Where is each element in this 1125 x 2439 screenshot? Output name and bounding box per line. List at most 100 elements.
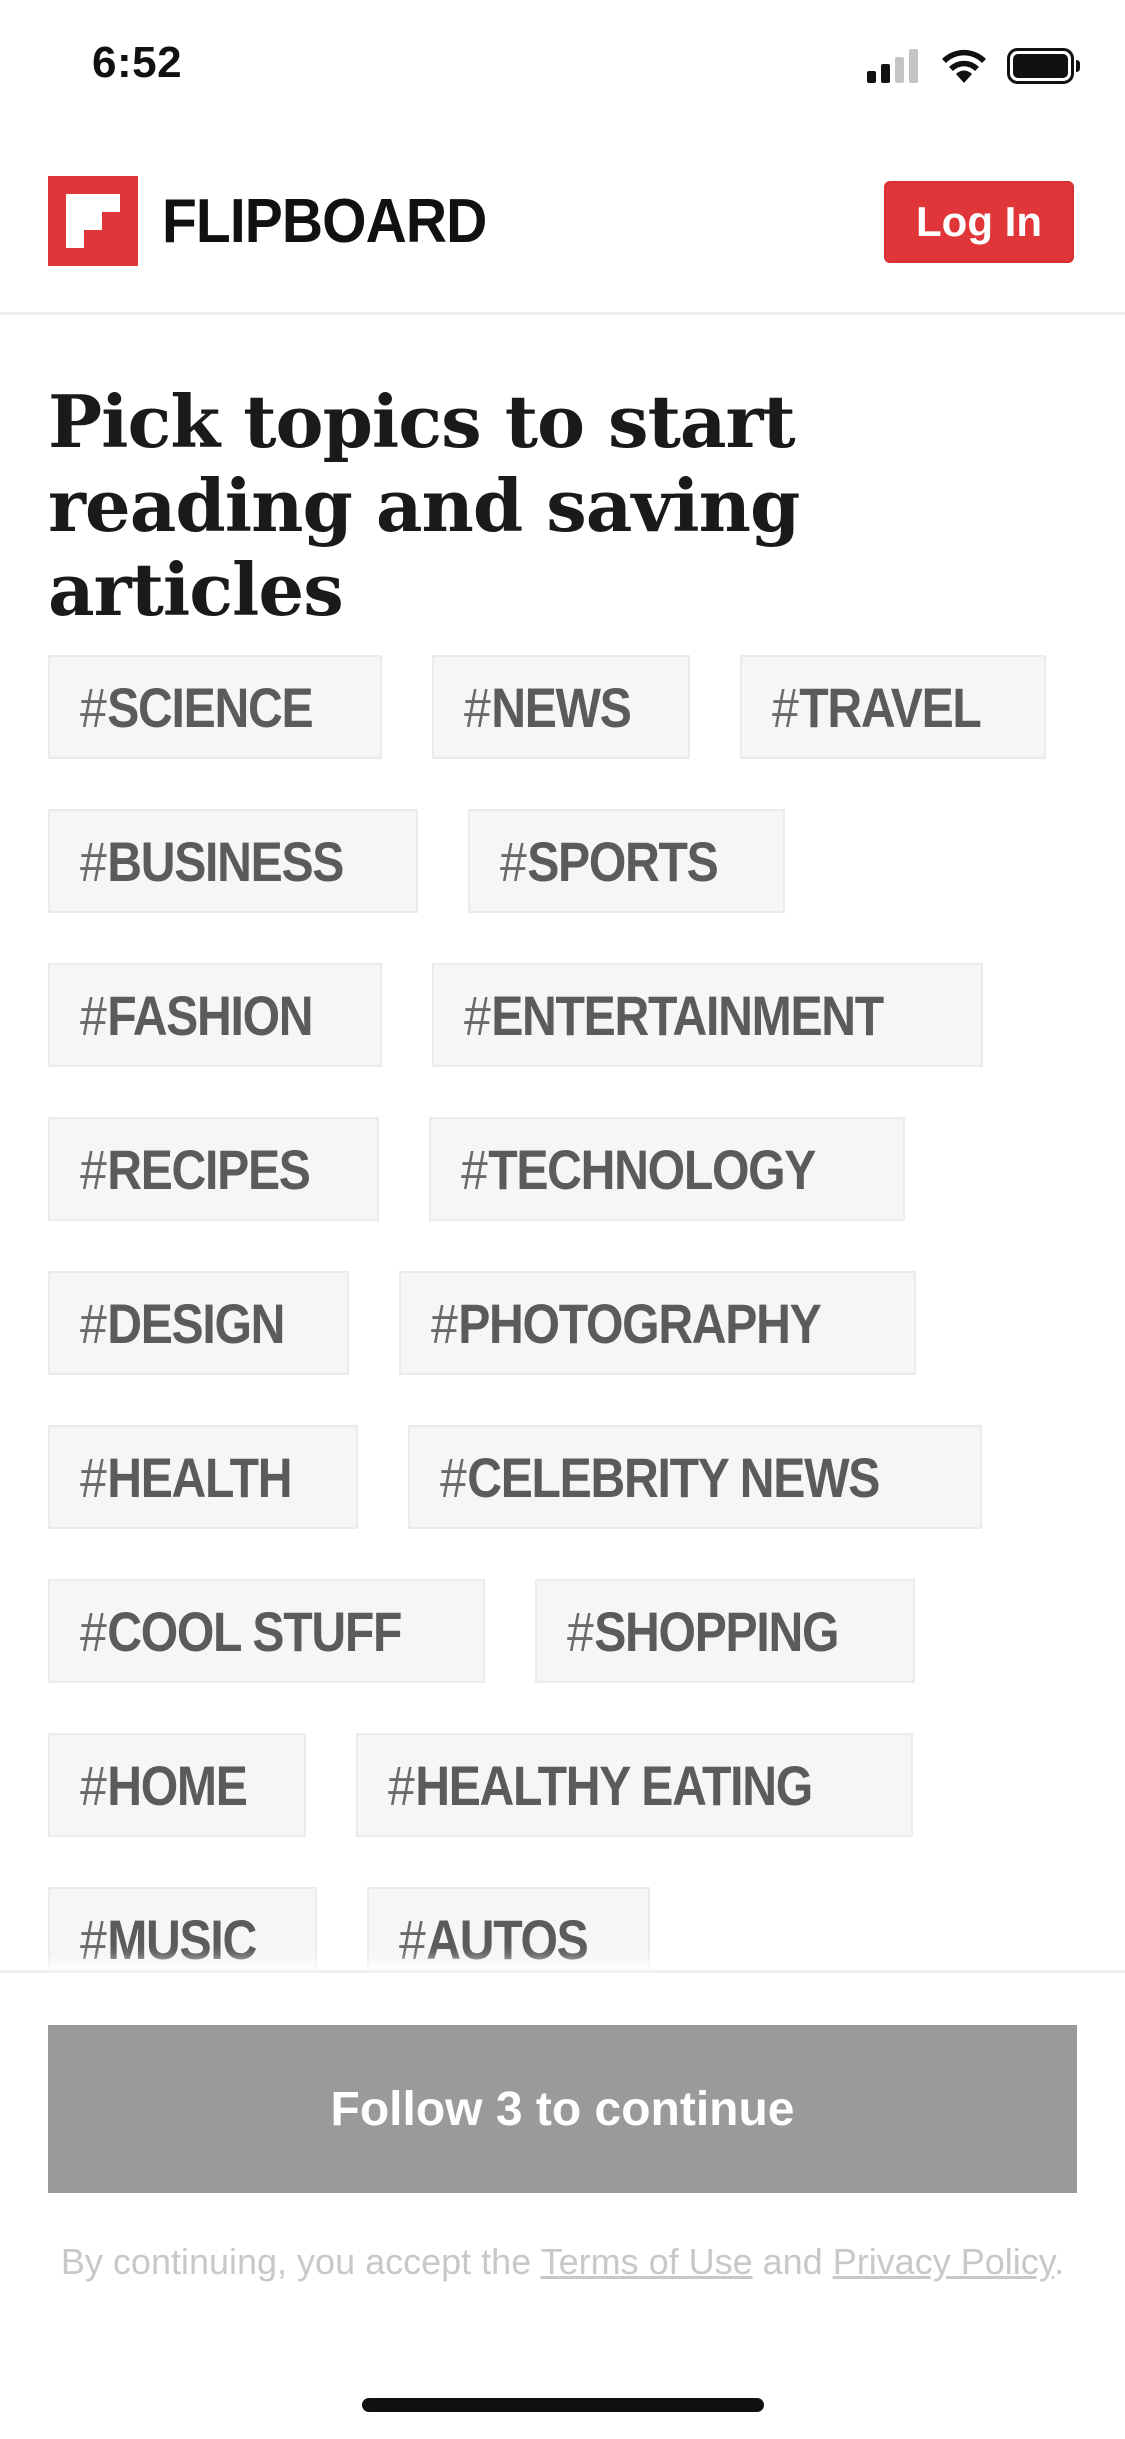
terms-of-use-link[interactable]: Terms of Use xyxy=(541,2241,753,2282)
topic-row: #FASHION #ENTERTAINMENT xyxy=(48,963,1088,1067)
topic-chip-label: #TECHNOLOGY xyxy=(461,1137,816,1202)
topic-chip-technology[interactable]: #TECHNOLOGY xyxy=(429,1117,905,1221)
hashtag-prefix: # xyxy=(80,829,107,893)
topic-chip-label: #HOME xyxy=(80,1753,248,1818)
hashtag-prefix: # xyxy=(461,1137,488,1201)
topic-chip-label: #ENTERTAINMENT xyxy=(464,983,884,1048)
topic-label: TRAVEL xyxy=(798,675,982,739)
hashtag-prefix: # xyxy=(464,983,491,1047)
topic-label: COOL STUFF xyxy=(107,1599,402,1663)
brand: FLIPBOARD xyxy=(48,176,515,266)
topic-chip-label: #RECIPES xyxy=(80,1137,311,1202)
topic-row: #HOME #HEALTHY EATING xyxy=(48,1733,1088,1837)
topic-label: NEWS xyxy=(491,675,632,739)
cellular-signal-icon xyxy=(867,49,918,83)
topic-label: AUTOS xyxy=(425,1907,589,1971)
topic-chip-label: #SPORTS xyxy=(499,829,719,894)
topic-label: SHOPPING xyxy=(594,1599,840,1663)
topic-chip-health[interactable]: #HEALTH xyxy=(48,1425,358,1529)
hashtag-prefix: # xyxy=(439,1445,467,1509)
app-header: FLIPBOARD Log In xyxy=(0,160,1125,315)
hashtag-prefix: # xyxy=(80,675,107,739)
topic-chip-label: #BUSINESS xyxy=(80,829,344,894)
hashtag-prefix: # xyxy=(499,829,527,893)
topic-chip-fashion[interactable]: #FASHION xyxy=(48,963,383,1067)
topic-row: #HEALTH #CELEBRITY NEWS xyxy=(48,1425,1088,1529)
topic-label: PHOTOGRAPHY xyxy=(458,1291,823,1355)
topic-label: ENTERTAINMENT xyxy=(491,983,884,1047)
topic-chip-recipes[interactable]: #RECIPES xyxy=(48,1117,380,1221)
topic-label: CELEBRITY NEWS xyxy=(466,1445,880,1509)
hashtag-prefix: # xyxy=(771,675,799,739)
topic-chip-label: #HEALTHY EATING xyxy=(387,1753,813,1818)
topic-chip-cool-stuff[interactable]: #COOL STUFF xyxy=(48,1579,486,1683)
follow-continue-button[interactable]: Follow 3 to continue xyxy=(48,2025,1077,2193)
topic-chip-music[interactable]: #MUSIC xyxy=(48,1887,317,1975)
topic-chip-label: #COOL STUFF xyxy=(80,1599,402,1664)
topic-label: SCIENCE xyxy=(107,675,313,739)
topic-chip-label: #TRAVEL xyxy=(771,675,982,740)
hashtag-prefix: # xyxy=(464,675,491,739)
topic-chip-label: #SHOPPING xyxy=(567,1599,840,1664)
hashtag-prefix: # xyxy=(567,1599,594,1663)
topic-row: #DESIGN #PHOTOGRAPHY xyxy=(48,1271,1088,1375)
legal-suffix: . xyxy=(1054,2241,1065,2282)
topic-chip-label: #MUSIC xyxy=(80,1907,257,1972)
topic-chip-healthy-eating[interactable]: #HEALTHY EATING xyxy=(355,1733,913,1837)
hashtag-prefix: # xyxy=(80,1599,107,1663)
topic-chip-news[interactable]: #NEWS xyxy=(432,655,690,759)
topic-chip-label: #NEWS xyxy=(464,675,632,740)
topic-label: DESIGN xyxy=(107,1291,285,1355)
topic-chip-label: #HEALTH xyxy=(80,1445,293,1510)
brand-name: FLIPBOARD xyxy=(162,186,487,256)
hashtag-prefix: # xyxy=(80,1445,107,1509)
status-bar: 6:52 xyxy=(0,0,1125,140)
hashtag-prefix: # xyxy=(80,1753,107,1817)
topic-chip-celebrity-news[interactable]: #CELEBRITY NEWS xyxy=(407,1425,983,1529)
topic-row: #BUSINESS #SPORTS xyxy=(48,809,1088,913)
topic-label: RECIPES xyxy=(107,1137,311,1201)
topic-label: HEALTHY EATING xyxy=(414,1753,813,1817)
legal-prefix: By continuing, you accept the xyxy=(60,2241,541,2282)
topic-chip-science[interactable]: #SCIENCE xyxy=(48,655,383,759)
topic-chip-label: #CELEBRITY NEWS xyxy=(439,1445,880,1510)
battery-icon xyxy=(1007,48,1080,84)
legal-text: By continuing, you accept the Terms of U… xyxy=(0,2241,1125,2283)
topic-row: #RECIPES #TECHNOLOGY xyxy=(48,1117,1088,1221)
hashtag-prefix: # xyxy=(80,1137,107,1201)
topic-row: #MUSIC #AUTOS xyxy=(48,1887,1088,1975)
privacy-policy-link[interactable]: Privacy Policy xyxy=(833,2241,1054,2282)
topic-chip-label: #SCIENCE xyxy=(80,675,314,740)
hashtag-prefix: # xyxy=(387,1753,415,1817)
topic-chip-entertainment[interactable]: #ENTERTAINMENT xyxy=(432,963,984,1067)
topic-label: SPORTS xyxy=(527,829,719,893)
legal-and: and xyxy=(752,2241,833,2282)
topic-chip-autos[interactable]: #AUTOS xyxy=(366,1887,650,1975)
topic-chip-sports[interactable]: #SPORTS xyxy=(467,809,785,913)
page-title: Pick topics to start reading and saving … xyxy=(48,379,800,632)
status-time: 6:52 xyxy=(92,38,183,87)
topic-list: #SCIENCE #NEWS #TRAVEL #BUSINESS #SPORTS #FAS… xyxy=(48,655,1088,1975)
topic-label: BUSINESS xyxy=(107,829,344,893)
hashtag-prefix: # xyxy=(398,1907,426,1971)
hashtag-prefix: # xyxy=(80,1907,107,1971)
topic-label: FASHION xyxy=(107,983,313,1047)
topic-chip-shopping[interactable]: #SHOPPING xyxy=(535,1579,915,1683)
topic-label: HOME xyxy=(107,1753,248,1817)
topic-chip-travel[interactable]: #TRAVEL xyxy=(739,655,1047,759)
login-button[interactable]: Log In xyxy=(884,181,1074,263)
hashtag-prefix: # xyxy=(431,1291,458,1355)
topic-chip-photography[interactable]: #PHOTOGRAPHY xyxy=(399,1271,917,1375)
hashtag-prefix: # xyxy=(80,983,107,1047)
status-icons xyxy=(867,48,1081,84)
topic-chip-home[interactable]: #HOME xyxy=(48,1733,306,1837)
topic-chip-design[interactable]: #DESIGN xyxy=(48,1271,350,1375)
topic-chip-label: #PHOTOGRAPHY xyxy=(431,1291,823,1356)
topic-label: MUSIC xyxy=(107,1907,257,1971)
flipboard-logo-icon xyxy=(48,176,138,266)
topic-label: HEALTH xyxy=(107,1445,292,1509)
topic-chip-label: #AUTOS xyxy=(398,1907,589,1972)
topic-chip-business[interactable]: #BUSINESS xyxy=(48,809,418,913)
topic-row: #COOL STUFF #SHOPPING xyxy=(48,1579,1088,1683)
home-indicator xyxy=(362,2398,764,2412)
